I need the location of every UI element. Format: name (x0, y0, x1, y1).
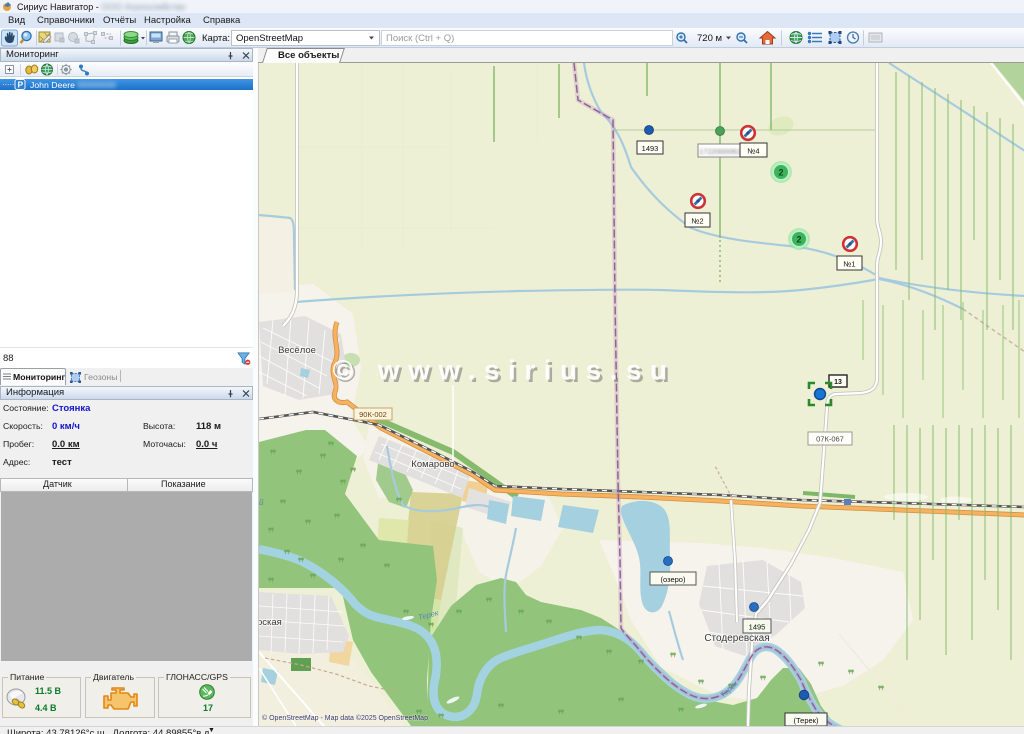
svg-text:2: 2 (778, 168, 783, 178)
svg-text:Поиск (Ctrl + Q): Поиск (Ctrl + Q) (386, 33, 454, 44)
svg-text:(озеро): (озеро) (661, 575, 686, 584)
svg-text:Весёлое: Весёлое (278, 345, 316, 356)
svg-text:P: P (18, 80, 24, 90)
svg-text:рская: рская (259, 617, 282, 628)
svg-text:(Терек): (Терек) (794, 716, 819, 725)
svg-text:© OpenStreetMap - Map data ©20: © OpenStreetMap - Map data ©2025 OpenStr… (262, 714, 428, 722)
svg-text:Карта:: Карта: (202, 33, 230, 44)
svg-text:№4: №4 (747, 147, 759, 156)
svg-text:90К-002: 90К-002 (359, 410, 387, 419)
svg-text:№2: №2 (691, 217, 703, 226)
svg-text:1722000061: 1722000061 (699, 147, 741, 156)
svg-text:© www.sirius.su: © www.sirius.su (333, 355, 676, 386)
svg-text:07К-067: 07К-067 (816, 435, 844, 444)
svg-text:OpenStreetMap: OpenStreetMap (236, 33, 303, 44)
svg-text:Комарово: Комарово (411, 459, 454, 470)
svg-text:Стодеревская: Стодеревская (704, 633, 769, 644)
svg-text:й: й (259, 498, 264, 507)
svg-text:720 м: 720 м (697, 33, 722, 44)
svg-text:1493: 1493 (642, 144, 659, 153)
svg-text:1495: 1495 (749, 623, 766, 632)
svg-text:№1: №1 (843, 260, 855, 269)
svg-text:13: 13 (834, 379, 842, 386)
svg-text:2: 2 (796, 235, 801, 245)
